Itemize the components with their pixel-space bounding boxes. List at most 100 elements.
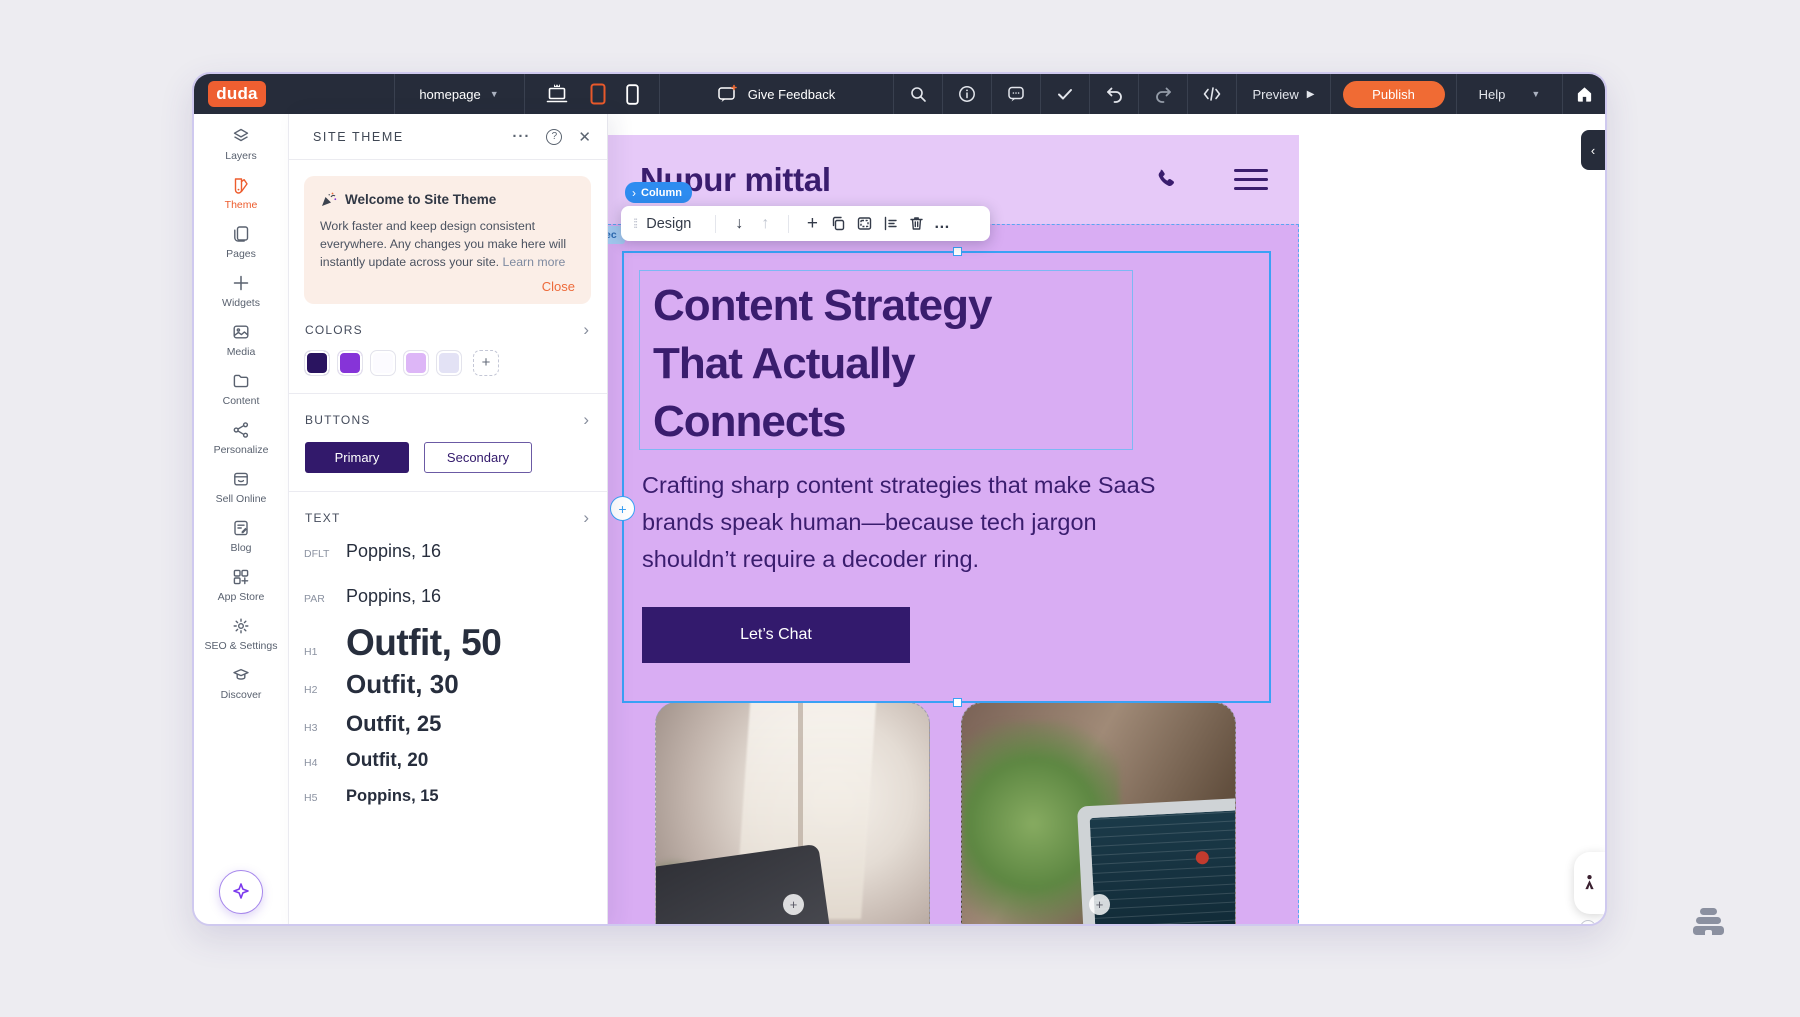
add-color-button[interactable]: +	[473, 349, 499, 376]
image-card-left[interactable]: +	[655, 702, 930, 924]
graduation-cap-icon	[233, 668, 249, 680]
comments-button[interactable]	[991, 74, 1040, 114]
sidebar-item-label: SEO & Settings	[204, 640, 278, 652]
party-popper-icon	[322, 192, 337, 206]
more-options-icon[interactable]: ···	[512, 129, 530, 144]
resize-handle-top[interactable]	[953, 247, 962, 256]
sidebar-item-personalize[interactable]: Personalize	[196, 420, 286, 456]
tablet-view-button-active[interactable]	[590, 83, 606, 105]
text-style-row-par[interactable]: PAR Poppins, 16	[304, 586, 591, 607]
sidebar-item-app-store[interactable]: App Store	[196, 567, 286, 603]
sidebar-item-label: Media	[226, 346, 256, 358]
editor-canvas: Nupur mittal Sec › Column ⁞⁞ Design ↓ ↑ …	[608, 114, 1605, 924]
secondary-button-preview[interactable]: Secondary	[424, 441, 532, 473]
chevron-right-icon: ›	[632, 185, 636, 200]
close-panel-icon[interactable]: ✕	[578, 128, 591, 146]
sidebar-item-pages[interactable]: Pages	[196, 224, 286, 260]
mobile-view-button[interactable]	[626, 83, 639, 105]
sidebar-item-sell-online[interactable]: Sell Online	[196, 469, 286, 505]
frame-button[interactable]	[851, 215, 877, 232]
sidebar-item-blog[interactable]: Blog	[196, 518, 286, 554]
collapse-panel-tab[interactable]: ‹	[1581, 130, 1605, 170]
add-column-button[interactable]: +	[610, 496, 635, 521]
sidebar-item-label: Pages	[226, 248, 256, 260]
redo-button[interactable]	[1138, 74, 1187, 114]
sidebar-item-discover[interactable]: Discover	[196, 665, 286, 701]
sidebar-item-widgets[interactable]: Widgets	[196, 273, 286, 309]
selected-column-outline[interactable]: + Content Strategy That Actually Connect…	[610, 247, 1271, 707]
page-selector[interactable]: homepage ▼	[394, 74, 524, 114]
hero-paragraph[interactable]: Crafting sharp content strategies that m…	[642, 467, 1202, 578]
help-icon[interactable]: ?	[546, 128, 563, 145]
phone-icon[interactable]	[1151, 166, 1179, 194]
text-style-row-h1[interactable]: H1 Outfit, 50	[304, 622, 591, 664]
add-element-button[interactable]: +	[799, 213, 825, 235]
more-options-icon[interactable]: …	[929, 215, 955, 233]
welcome-close-link[interactable]: Close	[320, 279, 575, 294]
panel-title: SITE THEME	[313, 129, 404, 144]
sidebar-item-layers[interactable]: Layers	[196, 126, 286, 162]
text-style-row-h5[interactable]: H5 Poppins, 15	[304, 787, 591, 806]
sidebar-item-label: Widgets	[222, 297, 260, 309]
drag-handle[interactable]: ⁞⁞	[633, 216, 638, 231]
add-content-icon[interactable]: +	[1089, 894, 1110, 915]
sidebar-item-seo-settings[interactable]: SEO & Settings	[196, 616, 286, 652]
delete-button[interactable]	[903, 215, 929, 232]
duda-logo[interactable]: duda	[208, 81, 266, 107]
info-button[interactable]	[942, 74, 991, 114]
duplicate-button[interactable]	[825, 215, 851, 232]
move-down-button[interactable]: ↓	[726, 215, 752, 233]
color-swatch-3[interactable]	[370, 349, 396, 376]
home-button[interactable]	[1562, 74, 1605, 114]
panel-header: SITE THEME ··· ? ✕	[289, 114, 607, 160]
hero-heading-line: That Actually	[653, 339, 916, 388]
give-feedback-button[interactable]: Give Feedback	[659, 74, 893, 114]
text-style-row-h4[interactable]: H4 Outfit, 20	[304, 750, 591, 772]
preview-button[interactable]: Preview ▶	[1236, 74, 1330, 114]
design-button[interactable]: Design	[646, 216, 691, 232]
search-button[interactable]	[893, 74, 942, 114]
ai-assistant-button[interactable]	[219, 870, 263, 914]
help-menu[interactable]: Help ▼	[1456, 74, 1562, 114]
color-swatch-4[interactable]	[403, 349, 429, 376]
sidebar-item-label: Theme	[224, 199, 258, 211]
sidebar-item-media[interactable]: Media	[196, 322, 286, 358]
save-check-button[interactable]	[1040, 74, 1089, 114]
primary-button-preview[interactable]: Primary	[305, 441, 409, 473]
hamburger-menu-icon[interactable]	[1234, 169, 1268, 190]
text-style-row-dflt[interactable]: DFLT Poppins, 16	[304, 541, 591, 562]
dev-mode-button[interactable]	[1187, 74, 1236, 114]
desktop-view-button[interactable]	[544, 82, 570, 106]
sidebar-item-theme[interactable]: Theme	[196, 175, 286, 211]
personalize-icon	[233, 422, 249, 438]
image-card-right[interactable]: +	[961, 702, 1236, 924]
chevron-down-icon: ▼	[1531, 89, 1541, 99]
publish-button[interactable]: Publish	[1342, 80, 1445, 108]
welcome-body: Work faster and keep design consistent e…	[320, 219, 567, 270]
sidebar-item-content[interactable]: Content	[196, 371, 286, 407]
color-swatch-1[interactable]	[304, 349, 330, 376]
heading-element-outline[interactable]: Content Strategy That Actually Connects	[639, 270, 1133, 450]
column-badge[interactable]: › Column	[625, 182, 692, 203]
text-style-row-h2[interactable]: H2 Outfit, 30	[304, 669, 591, 700]
undo-button[interactable]	[1089, 74, 1138, 114]
lets-chat-button[interactable]: Let’s Chat	[642, 607, 910, 663]
text-style-row-h3[interactable]: H3 Outfit, 25	[304, 711, 591, 737]
color-swatches: +	[304, 349, 591, 376]
learn-more-link[interactable]: Learn more	[503, 255, 566, 269]
add-content-icon[interactable]: +	[783, 894, 804, 915]
resize-handle-bottom[interactable]	[953, 698, 962, 707]
buttons-section-header[interactable]: BUTTONS ›	[304, 394, 591, 428]
sidebar-item-label: App Store	[217, 591, 265, 603]
color-swatch-2[interactable]	[337, 349, 363, 376]
editor-window: duda homepage ▼ Give Feedback Preview ▶ …	[192, 72, 1607, 926]
publish-cell: Publish	[1330, 74, 1456, 114]
chevron-right-icon: ›	[583, 319, 589, 339]
accessibility-button[interactable]	[1574, 852, 1605, 914]
align-button[interactable]	[877, 215, 903, 232]
colors-section-header[interactable]: COLORS ›	[304, 304, 591, 339]
text-section-header[interactable]: TEXT ›	[304, 492, 591, 526]
move-up-button[interactable]: ↑	[752, 215, 778, 233]
color-swatch-5[interactable]	[436, 349, 462, 376]
site-preview: Nupur mittal Sec › Column ⁞⁞ Design ↓ ↑ …	[608, 135, 1299, 924]
